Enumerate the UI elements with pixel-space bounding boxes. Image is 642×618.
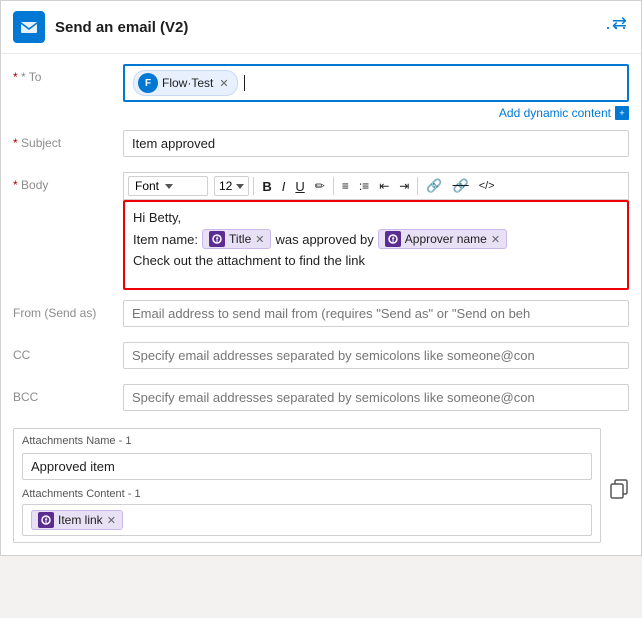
approver-token-remove[interactable]: ✕ (491, 233, 500, 246)
bcc-label: BCC (13, 384, 123, 404)
bcc-field-control (123, 384, 629, 411)
title-token-icon: f (209, 231, 225, 247)
attachments-section: Attachments Name - 1 Attachments Content… (13, 428, 629, 543)
body-line-3: Check out the attachment to find the lin… (133, 253, 619, 268)
to-label: * * To (13, 64, 123, 84)
indent-right-button[interactable]: ⇥ (395, 177, 413, 195)
title-token-remove[interactable]: ✕ (255, 233, 264, 246)
item-link-token-icon: f (38, 512, 54, 528)
body-line-1: Hi Betty, (133, 210, 619, 225)
cc-label: CC (13, 342, 123, 362)
from-input[interactable] (123, 300, 629, 327)
item-link-token-remove[interactable]: ✕ (107, 514, 116, 527)
from-field-row: From (Send as) (13, 300, 629, 332)
link-button[interactable]: 🔗 (422, 176, 446, 196)
font-label: Font (135, 179, 159, 193)
subject-field-row: * Subject (13, 130, 629, 162)
attachments-content-box[interactable]: f Item link ✕ (22, 504, 592, 536)
tag-avatar: F (138, 73, 158, 93)
title-token[interactable]: f Title ✕ (202, 229, 271, 249)
subject-input[interactable] (123, 130, 629, 157)
email-app-icon (13, 11, 45, 43)
bcc-field-row: BCC (13, 384, 629, 416)
font-size-selector[interactable]: 12 (214, 176, 249, 196)
add-dynamic-content-link[interactable]: Add dynamic content + (499, 106, 629, 120)
to-input-box[interactable]: F Flow·Test ✕ (123, 64, 629, 102)
font-size-value: 12 (219, 179, 232, 193)
body-line-2: Item name: f Title ✕ was approved by f (133, 229, 619, 249)
card-title: Send an email (V2) (55, 19, 595, 36)
cc-input[interactable] (123, 342, 629, 369)
approver-token[interactable]: f Approver name ✕ (378, 229, 507, 249)
attachments-box: Attachments Name - 1 Attachments Content… (13, 428, 601, 543)
bcc-input[interactable] (123, 384, 629, 411)
input-cursor (244, 75, 245, 91)
body-field-row: * Body Font 12 (13, 172, 629, 290)
dynamic-content-icon: + (615, 106, 629, 120)
highlight-button[interactable]: ✏ (311, 177, 329, 195)
subject-label: * Subject (13, 130, 123, 150)
cc-field-control (123, 342, 629, 369)
unordered-list-button[interactable]: ≡ (338, 177, 353, 195)
font-selector[interactable]: Font (128, 176, 208, 196)
body-toolbar: Font 12 B I U (123, 172, 629, 200)
underline-button[interactable]: U (291, 177, 308, 196)
dynamic-content-label: Add dynamic content (499, 106, 611, 120)
subject-field-control (123, 130, 629, 157)
body-label: * Body (13, 172, 123, 192)
to-tag[interactable]: F Flow·Test ✕ (133, 70, 238, 96)
attachments-name-label: Attachments Name - 1 (22, 435, 592, 447)
toolbar-separator-3 (417, 177, 418, 195)
from-label: From (Send as) (13, 300, 123, 320)
body-field-control: Font 12 B I U (123, 172, 629, 290)
copy-icon (609, 479, 629, 499)
approver-token-label: Approver name (405, 232, 487, 246)
attachments-name-input[interactable] (22, 453, 592, 480)
ordered-list-button[interactable]: :≡ (355, 177, 373, 195)
body-editor[interactable]: Hi Betty, Item name: f Title ✕ was appro… (123, 200, 629, 290)
indent-left-button[interactable]: ⇤ (375, 177, 393, 195)
to-field-row: * * To F Flow·Test ✕ Add dynamic content… (13, 64, 629, 120)
item-link-token-label: Item link (58, 513, 103, 527)
body-greeting: Hi Betty, (133, 210, 181, 225)
card-body: * * To F Flow·Test ✕ Add dynamic content… (1, 64, 641, 555)
title-token-label: Title (229, 232, 251, 246)
tag-name: Flow·Test (162, 76, 213, 90)
swap-icon[interactable]: ⇄ (612, 13, 627, 34)
toolbar-separator-1 (253, 177, 254, 195)
item-link-token[interactable]: f Item link ✕ (31, 510, 123, 530)
dynamic-content-link-row: Add dynamic content + (123, 106, 629, 120)
to-field-control: F Flow·Test ✕ Add dynamic content + (123, 64, 629, 120)
unlink-button[interactable]: 🔗 (449, 176, 473, 196)
toolbar-separator-2 (333, 177, 334, 195)
italic-button[interactable]: I (278, 177, 290, 196)
size-chevron-icon (236, 184, 244, 189)
body-check-text: Check out the attachment to find the lin… (133, 253, 365, 268)
email-card: Send an email (V2) ··· ⇄ * * To F Flow·T… (0, 0, 642, 556)
item-name-text: Item name: (133, 232, 198, 247)
from-field-control (123, 300, 629, 327)
font-chevron-icon (165, 184, 173, 189)
approver-token-icon: f (385, 231, 401, 247)
tag-remove-button[interactable]: ✕ (219, 77, 228, 90)
code-button[interactable]: </> (475, 178, 499, 194)
bold-button[interactable]: B (258, 177, 275, 196)
copy-button[interactable] (609, 473, 629, 499)
attachments-content-label: Attachments Content - 1 (22, 488, 592, 500)
attachments-header: Attachments Name - 1 Attachments Content… (13, 428, 629, 543)
approved-by-text: was approved by (275, 232, 373, 247)
card-header: Send an email (V2) ··· ⇄ (1, 1, 641, 54)
cc-field-row: CC (13, 342, 629, 374)
